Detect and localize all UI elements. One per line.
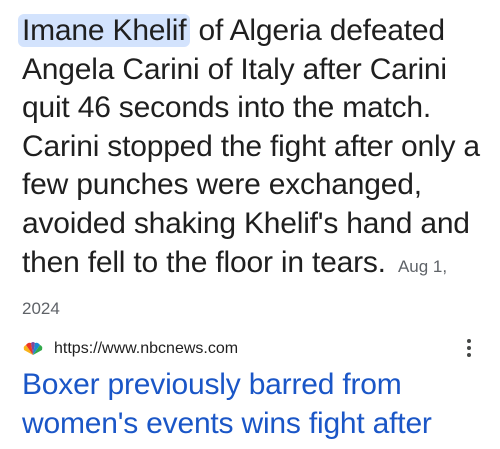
nbc-peacock-icon xyxy=(22,341,44,357)
highlighted-name: Imane Khelif xyxy=(18,14,191,47)
result-title-link[interactable]: Boxer previously barred from women's eve… xyxy=(22,366,487,443)
snippet-text: of Algeria defeated Angela Carini of Ita… xyxy=(22,14,480,279)
source-row[interactable]: https://www.nbcnews.com xyxy=(22,336,480,362)
more-vert-icon[interactable] xyxy=(464,339,474,361)
featured-snippet: Imane Khelif of Algeria defeated Angela … xyxy=(18,12,484,329)
source-url[interactable]: https://www.nbcnews.com xyxy=(54,340,238,358)
